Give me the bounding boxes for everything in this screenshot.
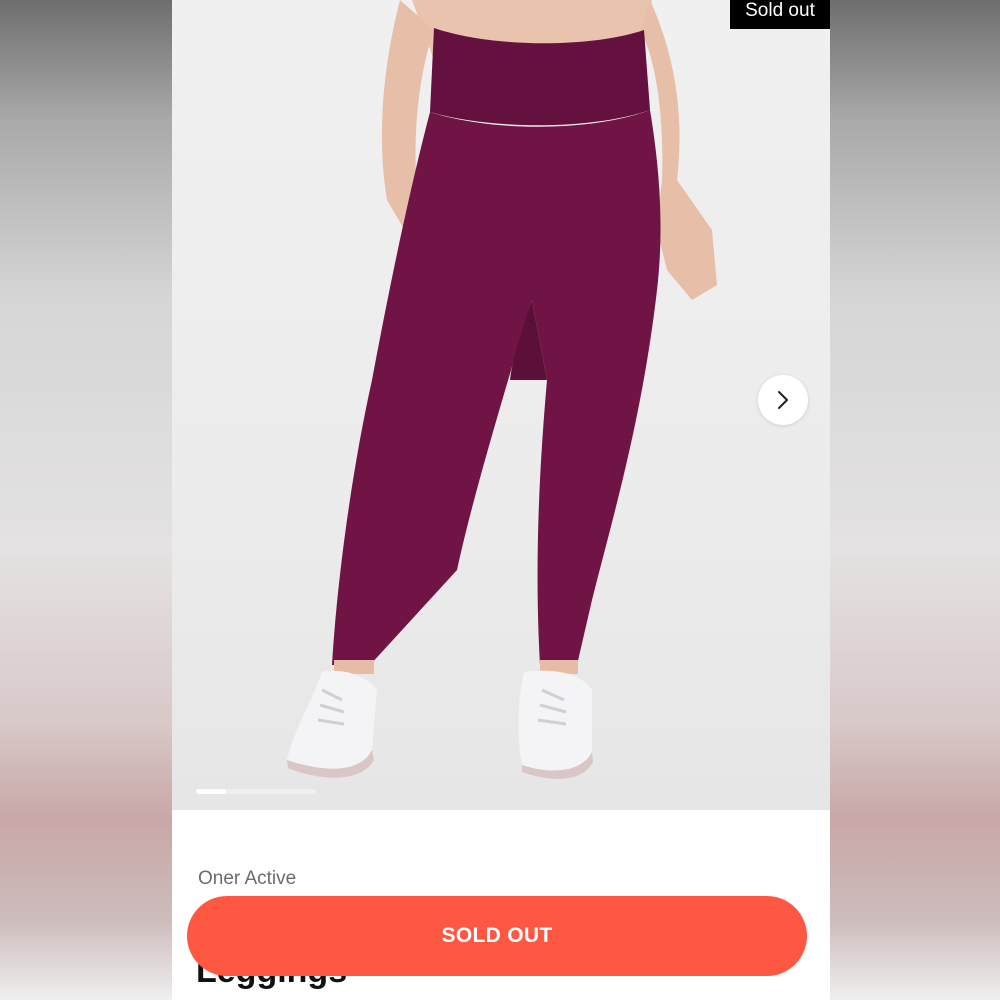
product-photo (287, 0, 717, 779)
blurred-backdrop-right (830, 0, 1000, 1000)
gallery-progress-indicator (196, 789, 316, 794)
sold-out-button[interactable]: SOLD OUT (187, 896, 807, 976)
brand-name[interactable]: Oner Active (198, 868, 296, 890)
blurred-backdrop-left (0, 0, 172, 1000)
next-image-button[interactable] (758, 375, 808, 425)
product-screen: Sold out Oner Active Leggings SOLD OUT (172, 0, 830, 1000)
gallery-progress-fill (196, 789, 226, 794)
product-info: Oner Active Leggings SOLD OUT (172, 810, 830, 1000)
sold-out-badge: Sold out (730, 0, 830, 29)
chevron-right-icon (778, 391, 788, 409)
product-image-gallery[interactable]: Sold out (172, 0, 830, 810)
